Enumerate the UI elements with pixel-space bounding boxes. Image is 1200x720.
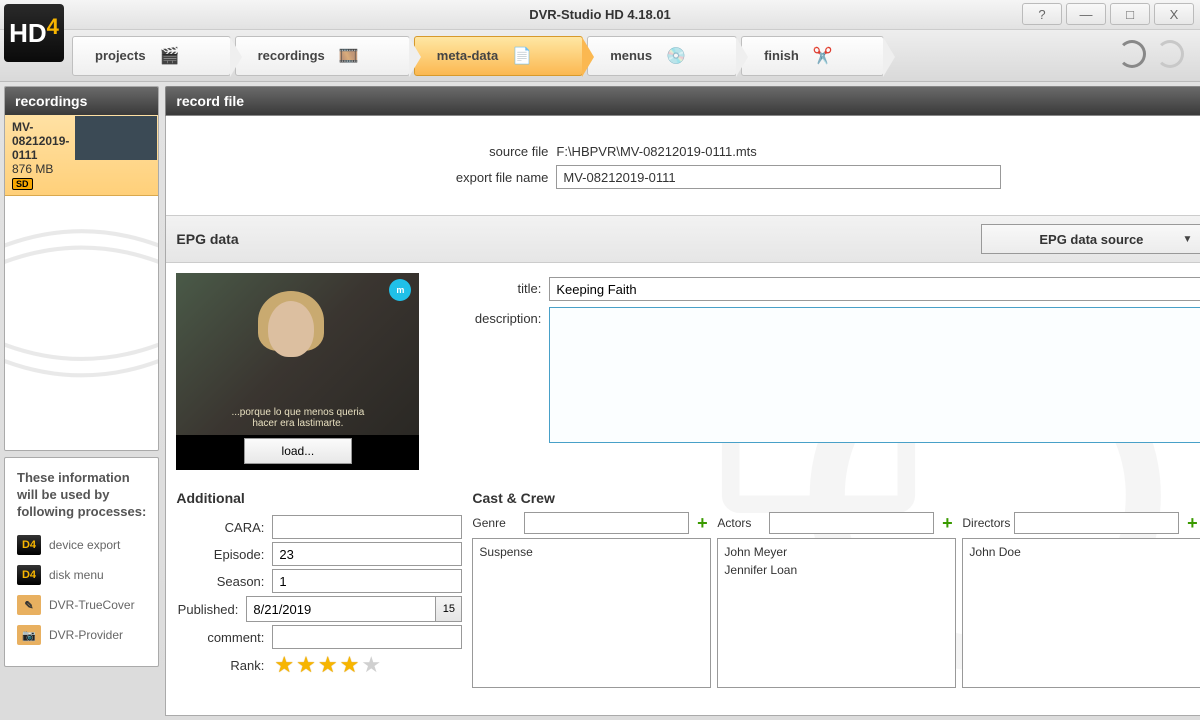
list-item[interactable]: John Doe (969, 543, 1194, 561)
episode-input[interactable] (272, 542, 462, 566)
directors-list[interactable]: John Doe (962, 538, 1200, 688)
process-truecover: ✎DVR-TrueCover (17, 595, 146, 615)
cara-label: CARA: (176, 520, 272, 535)
camera-icon: 📷 (17, 625, 41, 645)
calendar-icon: 15 (443, 603, 455, 615)
export-name-input[interactable] (556, 165, 1001, 189)
published-label: Published: (176, 602, 246, 617)
recording-size: 876 MB (12, 162, 69, 176)
list-item[interactable]: John Meyer (724, 543, 949, 561)
recordings-heading: recordings (5, 87, 158, 115)
recording-item[interactable]: MV-08212019-0111 876 MB SD (5, 115, 158, 196)
star-icon[interactable]: ★ (274, 652, 294, 678)
sd-badge: SD (12, 178, 33, 190)
process-provider: 📷DVR-Provider (17, 625, 146, 645)
add-actor-button[interactable]: + (938, 514, 956, 532)
list-item[interactable]: Suspense (479, 543, 704, 561)
calendar-button[interactable]: 15 (435, 597, 461, 621)
source-file-value: F:\HBPVR\MV-08212019-0111.mts (556, 144, 756, 159)
add-genre-button[interactable]: + (693, 514, 711, 532)
undo-icon[interactable] (1118, 40, 1146, 68)
process-device-export: D4device export (17, 535, 146, 555)
step-projects[interactable]: projects🎬 (72, 36, 231, 76)
epg-section-title: EPG data (176, 231, 238, 247)
filmstrip-watermark (5, 196, 158, 450)
description-label: description: (429, 307, 549, 326)
load-button[interactable]: load... (244, 438, 352, 464)
maximize-button[interactable]: □ (1110, 3, 1150, 25)
step-recordings[interactable]: recordings🎞️ (235, 36, 410, 76)
source-file-label: source file (176, 144, 556, 159)
epg-data-source-dropdown[interactable]: EPG data source▼ (981, 224, 1200, 254)
document-icon: 📄 (508, 42, 536, 70)
cara-input[interactable] (272, 515, 462, 539)
hd4-icon: D4 (17, 535, 41, 555)
rank-stars[interactable]: ★ ★ ★ ★ ★ (272, 652, 381, 678)
pencil-icon: ✎ (17, 595, 41, 615)
title-label: title: (429, 277, 549, 296)
season-input[interactable] (272, 569, 462, 593)
minimize-button[interactable]: — (1066, 3, 1106, 25)
process-disk-menu: D4disk menu (17, 565, 146, 585)
add-director-button[interactable]: + (1183, 514, 1200, 532)
genre-label: Genre (472, 516, 520, 530)
recording-name: MV-08212019-0111 (12, 120, 69, 162)
app-title: DVR-Studio HD 4.18.01 (0, 7, 1200, 22)
step-finish[interactable]: finish✂️ (741, 36, 884, 76)
app-logo: HD4 (4, 4, 64, 62)
chevron-down-icon: ▼ (1182, 234, 1192, 245)
directors-label: Directors (962, 516, 1010, 530)
published-input[interactable] (247, 598, 435, 620)
cast-crew-heading: Cast & Crew (472, 490, 554, 506)
genre-input[interactable] (524, 512, 689, 534)
star-icon[interactable]: ★ (296, 652, 316, 678)
disc-icon: 💿 (662, 42, 690, 70)
additional-heading: Additional (176, 490, 462, 506)
workflow-steps: projects🎬 recordings🎞️ meta-data📄 menus💿… (0, 30, 1200, 82)
redo-icon[interactable] (1156, 40, 1184, 68)
step-metadata[interactable]: meta-data📄 (414, 36, 583, 76)
info-heading: These information will be used by follow… (17, 470, 146, 521)
actors-label: Actors (717, 516, 765, 530)
hd4-icon: D4 (17, 565, 41, 585)
title-bar: DVR-Studio HD 4.18.01 ? — □ X (0, 0, 1200, 30)
close-button[interactable]: X (1154, 3, 1194, 25)
season-label: Season: (176, 574, 272, 589)
comment-input[interactable] (272, 625, 462, 649)
export-name-label: export file name (176, 170, 556, 185)
actors-list[interactable]: John MeyerJennifer Loan (717, 538, 956, 688)
star-icon[interactable]: ★ (361, 652, 381, 678)
reel-icon: 🎞️ (335, 42, 363, 70)
genre-list[interactable]: Suspense (472, 538, 711, 688)
recording-thumbnail (75, 116, 157, 160)
star-icon[interactable]: ★ (340, 652, 360, 678)
record-file-heading: record file (165, 86, 1200, 116)
comment-label: comment: (176, 630, 272, 645)
video-preview: ...porque lo que menos queria hacer era … (176, 273, 419, 470)
list-item[interactable]: Jennifer Loan (724, 561, 949, 579)
scissors-icon: ✂️ (809, 42, 837, 70)
recordings-panel: recordings MV-08212019-0111 876 MB SD (4, 86, 159, 451)
star-icon[interactable]: ★ (318, 652, 338, 678)
clapperboard-icon: 🎬 (156, 42, 184, 70)
episode-label: Episode: (176, 547, 272, 562)
directors-input[interactable] (1014, 512, 1179, 534)
title-input[interactable] (549, 277, 1200, 301)
rank-label: Rank: (176, 658, 272, 673)
help-button[interactable]: ? (1022, 3, 1062, 25)
description-input[interactable] (549, 307, 1200, 443)
step-menus[interactable]: menus💿 (587, 36, 737, 76)
info-panel: These information will be used by follow… (4, 457, 159, 667)
actors-input[interactable] (769, 512, 934, 534)
